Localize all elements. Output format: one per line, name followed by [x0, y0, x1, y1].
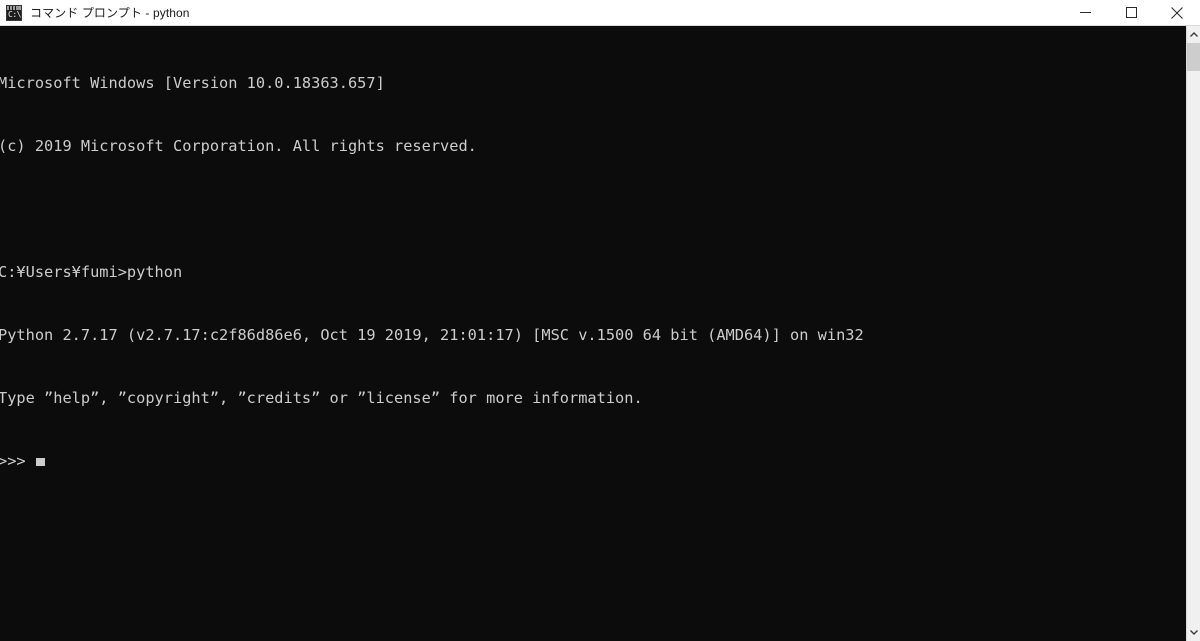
window-controls [1062, 0, 1200, 25]
console-output-area[interactable]: Microsoft Windows [Version 10.0.18363.65… [0, 26, 1186, 641]
console-line: C:¥Users¥fumi>python [0, 263, 183, 281]
console-line: Python 2.7.17 (v2.7.17:c2f86d86e6, Oct 1… [0, 326, 864, 344]
console-prompt-line: >>> [0, 451, 1186, 472]
scrollbar-track[interactable] [1187, 43, 1200, 624]
command-prompt-window: C:\ コマンド プロンプト - python Microsoft Window… [0, 0, 1200, 641]
console-line: Type ”help”, ”copyright”, ”credits” or ”… [0, 389, 643, 407]
python-prompt: >>> [0, 452, 35, 470]
maximize-button[interactable] [1108, 0, 1154, 25]
chevron-up-icon [1189, 32, 1198, 37]
minimize-icon [1079, 12, 1091, 13]
scrollbar-thumb[interactable] [1187, 43, 1200, 71]
close-icon [1171, 6, 1183, 19]
vertical-scrollbar[interactable] [1186, 26, 1200, 641]
text-cursor [35, 458, 45, 466]
console-line: (c) 2019 Microsoft Corporation. All righ… [0, 137, 477, 155]
cmd-icon-glyph: C:\ [8, 9, 21, 19]
scroll-up-button[interactable] [1187, 26, 1200, 43]
window-title: コマンド プロンプト - python [30, 5, 190, 20]
chevron-down-icon [1189, 630, 1198, 635]
console-lines: Microsoft Windows [Version 10.0.18363.65… [0, 31, 1186, 514]
close-button[interactable] [1154, 0, 1200, 25]
cmd-console-icon: C:\ [6, 4, 22, 21]
window-titlebar[interactable]: C:\ コマンド プロンプト - python [0, 0, 1200, 26]
scroll-down-button[interactable] [1187, 624, 1200, 641]
minimize-button[interactable] [1062, 0, 1108, 25]
console-line: Microsoft Windows [Version 10.0.18363.65… [0, 74, 385, 92]
maximize-icon [1125, 7, 1137, 18]
terminal-area: Microsoft Windows [Version 10.0.18363.65… [0, 26, 1200, 641]
